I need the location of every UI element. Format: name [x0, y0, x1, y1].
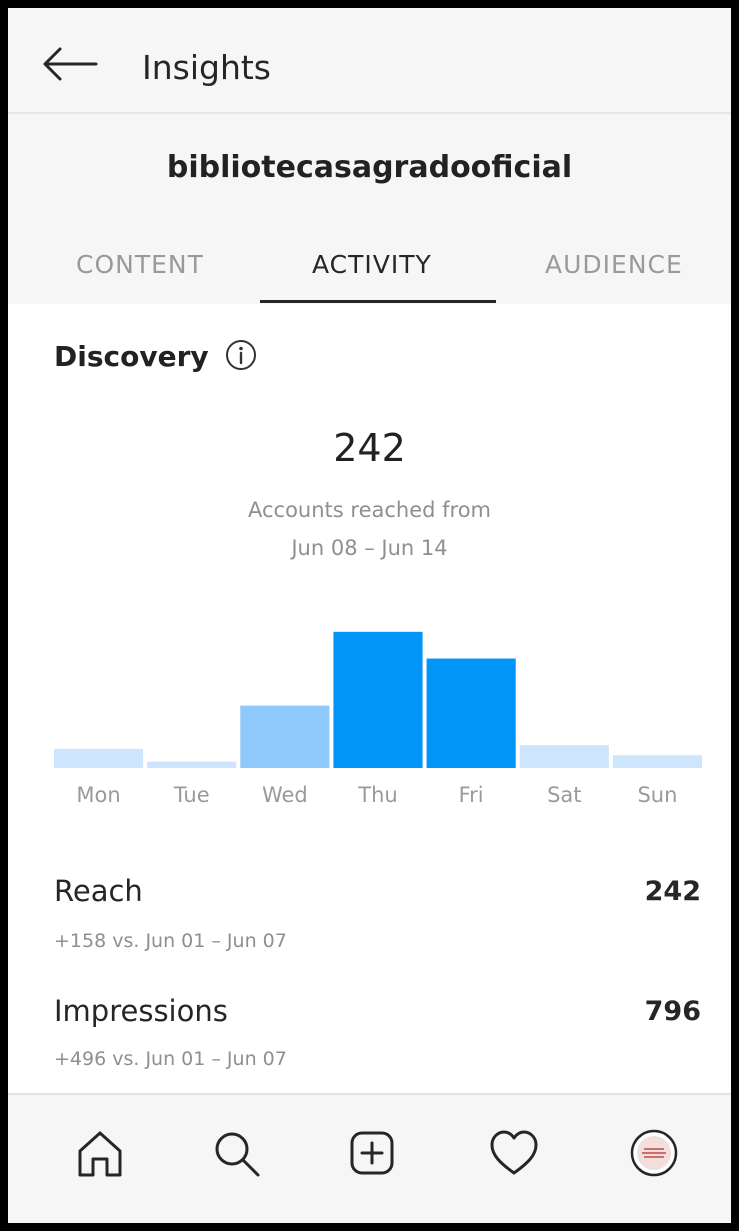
- reach-date-range: Jun 08 – Jun 14: [291, 536, 448, 560]
- back-arrow-icon[interactable]: [42, 44, 98, 84]
- bar-sun[interactable]: [612, 755, 702, 768]
- tick-label-sun: Sun: [637, 783, 677, 807]
- tick-label-thu: Thu: [357, 783, 397, 807]
- top-app-bar: Insights: [8, 8, 731, 114]
- tick-label-mon: Mon: [76, 783, 120, 807]
- account-username: bibliotecasagradooficial: [166, 150, 573, 185]
- bar-tue[interactable]: [147, 761, 237, 768]
- page-title: Insights: [142, 48, 272, 87]
- insights-screen: Insights bibliotecasagradooficial CONTEN…: [8, 8, 731, 1223]
- reach-value: 242: [644, 876, 701, 907]
- impressions-value: 796: [644, 996, 701, 1027]
- reach-caption: Accounts reached from: [247, 498, 492, 522]
- reach-label: Reach: [54, 874, 143, 908]
- search-icon[interactable]: [206, 1123, 266, 1183]
- bar-mon[interactable]: [54, 748, 144, 768]
- tick-label-sat: Sat: [547, 783, 581, 807]
- profile-avatar-icon[interactable]: [624, 1123, 684, 1183]
- activity-heart-icon[interactable]: [484, 1123, 544, 1183]
- tab-content[interactable]: CONTENT: [76, 250, 204, 279]
- tab-audience[interactable]: AUDIENCE: [545, 250, 683, 279]
- tab-activity[interactable]: ACTIVITY: [312, 250, 432, 279]
- add-post-icon[interactable]: [342, 1123, 402, 1183]
- impressions-label: Impressions: [54, 994, 228, 1028]
- reach-comparison: +158 vs. Jun 01 – Jun 07: [54, 930, 287, 952]
- accounts-reached-total: 242: [333, 426, 406, 470]
- bar-fri[interactable]: [426, 658, 516, 768]
- discovery-heading: Discovery: [54, 340, 209, 373]
- bar-thu[interactable]: [333, 631, 423, 768]
- active-tab-indicator: [260, 300, 496, 303]
- home-icon[interactable]: [70, 1123, 130, 1183]
- tick-label-wed: Wed: [262, 783, 308, 807]
- bottom-navigation: [8, 1093, 731, 1223]
- info-icon[interactable]: [224, 338, 258, 372]
- profile-header: bibliotecasagradooficial CONTENT ACTIVIT…: [8, 114, 731, 304]
- tick-label-fri: Fri: [459, 783, 484, 807]
- discovery-bar-chart: Mon Tue Wed Thu Fri Sat Sun: [54, 631, 702, 807]
- tick-label-tue: Tue: [173, 783, 210, 807]
- bar-sat[interactable]: [519, 745, 609, 768]
- bar-wed[interactable]: [240, 705, 330, 768]
- impressions-comparison: +496 vs. Jun 01 – Jun 07: [54, 1048, 287, 1070]
